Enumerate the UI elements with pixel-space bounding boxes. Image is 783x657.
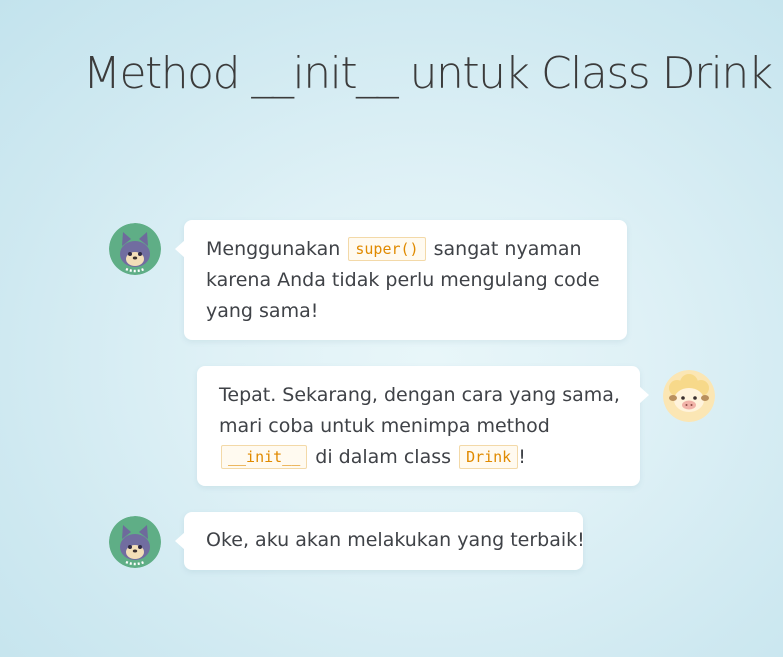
chat-message-3: Oke, aku akan melakukan yang terbaik!: [175, 512, 585, 570]
chat-message-1: Menggunakan super() sangat nyaman karena…: [175, 220, 627, 340]
message-text: sangat nyaman: [433, 238, 582, 260]
message-text: Oke, aku akan melakukan yang terbaik!: [206, 529, 585, 551]
message-text: yang sama!: [206, 300, 319, 322]
cat-avatar-icon: [109, 223, 161, 275]
cat-avatar-icon: [109, 516, 161, 568]
message-text: Tepat. Sekarang, dengan cara yang sama,: [219, 384, 620, 406]
message-text: mari coba untuk menimpa method: [219, 415, 550, 437]
chat-message-2: Tepat. Sekarang, dengan cara yang sama, …: [197, 366, 649, 486]
message-text: di dalam class: [315, 446, 452, 468]
message-text: !: [518, 446, 526, 468]
page-title: Method __init__ untuk Class Drink: [83, 48, 773, 99]
sheep-avatar-icon: [663, 370, 715, 422]
message-text: karena Anda tidak perlu mengulang code: [206, 269, 600, 291]
code-snippet: __init__: [221, 445, 308, 469]
message-text: Menggunakan: [206, 238, 341, 260]
code-snippet: super(): [348, 237, 426, 261]
code-snippet: Drink: [459, 445, 519, 469]
